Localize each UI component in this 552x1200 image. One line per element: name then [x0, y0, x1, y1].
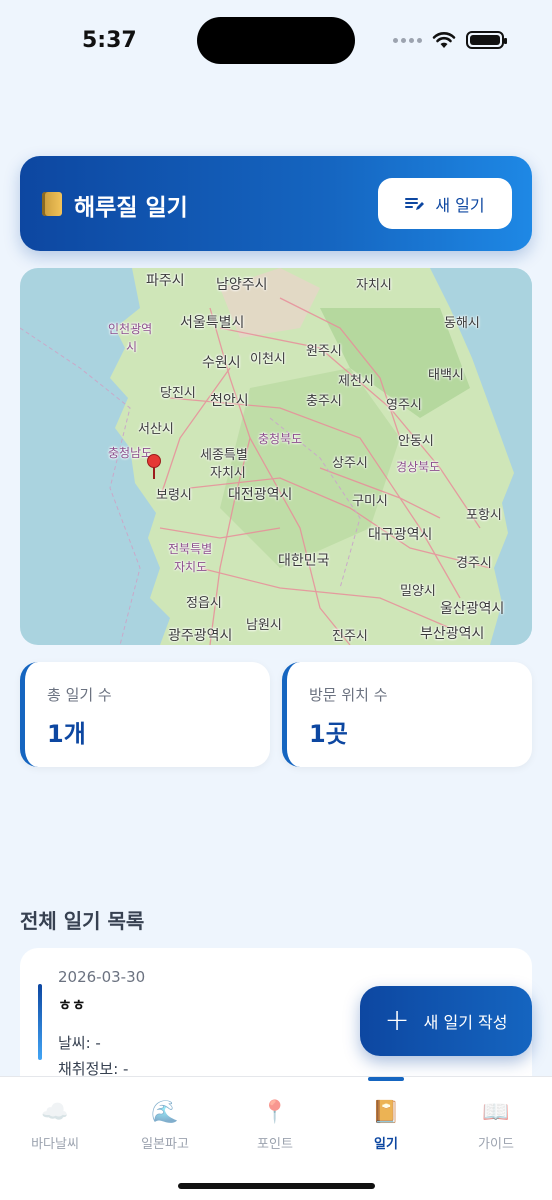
tab-label: 포인트: [257, 1137, 293, 1152]
visited-location-card: 방문 위치 수 1곳: [282, 662, 532, 767]
map-label: 포항시: [466, 508, 502, 523]
total-diary-card: 총 일기 수 1개: [20, 662, 270, 767]
tab-label: 가이드: [478, 1137, 514, 1152]
plus-icon: +: [384, 1003, 410, 1038]
map-label: 진주시: [332, 629, 368, 644]
book-icon: 📔: [372, 1100, 400, 1125]
map-label: 밀양시: [400, 584, 436, 599]
status-bar: 5:37: [0, 0, 552, 80]
tab-label: 일본파고: [141, 1137, 189, 1152]
bottom-nav: ☁️ 바다날씨 🌊 일본파고 📍 포인트 📔 일기 📖 가이드: [0, 1076, 552, 1200]
map-label: 영주시: [386, 398, 422, 413]
map-label: 인천광역: [108, 322, 153, 336]
map-label: 보령시: [156, 488, 192, 503]
map-label: 울산광역시: [440, 601, 505, 617]
map-label: 전북특별: [168, 542, 213, 556]
stat-value: 1곳: [309, 720, 348, 748]
map-label: 제천시: [338, 374, 374, 389]
map-label: 원주시: [306, 344, 342, 359]
map-label: 당진시: [160, 386, 196, 401]
map-label: 천안시: [210, 393, 249, 409]
map-label: 남원시: [246, 618, 282, 633]
tab-guide[interactable]: 📖 가이드: [441, 1099, 551, 1152]
tab-sea-weather[interactable]: ☁️ 바다날씨: [0, 1099, 110, 1152]
map-label: 동해시: [444, 316, 480, 331]
entry-title: ㅎㅎ: [58, 996, 86, 1014]
new-diary-label: 새 일기: [435, 195, 485, 215]
map-label: 충청북도: [258, 432, 303, 446]
map-label: 경주시: [456, 556, 492, 571]
map-label: 서울특별시: [180, 315, 245, 331]
open-book-icon: 📖: [482, 1100, 510, 1125]
tab-diary[interactable]: 📔 일기: [331, 1099, 441, 1152]
map-label: 시: [126, 340, 138, 354]
map-label: 파주시: [146, 273, 185, 289]
fab-label: 새 일기 작성: [423, 1013, 508, 1032]
wave-icon: 🌊: [151, 1100, 179, 1125]
stat-label: 방문 위치 수: [309, 686, 388, 704]
entry-accent-bar: [38, 984, 42, 1060]
map-label: 충청남도: [108, 446, 153, 460]
map-label: 안동시: [398, 434, 434, 449]
pin-icon: 📍: [261, 1100, 289, 1125]
new-diary-button[interactable]: 새 일기: [378, 178, 512, 229]
home-indicator: [178, 1183, 375, 1189]
tab-japan-wave[interactable]: 🌊 일본파고: [110, 1099, 220, 1152]
dynamic-island: [197, 17, 355, 64]
map-label: 대구광역시: [368, 527, 433, 543]
tab-label: 바다날씨: [31, 1137, 79, 1152]
map-label: 서산시: [138, 422, 174, 437]
entry-weather: 날씨: -: [58, 1034, 101, 1052]
write-new-diary-button[interactable]: + 새 일기 작성: [360, 986, 532, 1056]
stat-value: 1개: [47, 720, 86, 748]
stat-label: 총 일기 수: [47, 686, 112, 704]
map-label: 상주시: [332, 456, 368, 471]
status-icons: [393, 31, 507, 49]
book-icon: [42, 192, 62, 216]
cloud-icon: ☁️: [41, 1100, 69, 1125]
map-label: 대한민국: [278, 553, 330, 569]
map-label: 수원시: [202, 355, 241, 371]
map-label: 정읍시: [186, 596, 222, 611]
wifi-icon: [432, 32, 456, 48]
map-label: 자치시: [210, 466, 246, 481]
diary-header: 해루질 일기 새 일기: [20, 156, 532, 251]
map-label: 남양주시: [216, 277, 268, 293]
entry-date: 2026-03-30: [58, 968, 146, 986]
tab-point[interactable]: 📍 포인트: [220, 1099, 330, 1152]
battery-icon: [466, 31, 507, 49]
page-title: 해루질 일기: [74, 195, 188, 221]
active-tab-indicator: [368, 1077, 404, 1081]
map-label: 이천시: [250, 352, 286, 367]
edit-note-icon: [405, 197, 425, 210]
map-label: 부산광역시: [420, 626, 485, 642]
map-label: 광주광역시: [168, 628, 233, 644]
map-label: 세종특별: [200, 448, 248, 463]
map-label: 구미시: [352, 494, 388, 509]
map-label: 자치도: [174, 560, 208, 574]
diary-map[interactable]: 파주시 남양주시 자치시 인천광역 시 서울특별시 동해시 수원시 이천시 원주…: [20, 268, 532, 645]
status-time: 5:37: [82, 28, 137, 53]
map-label: 대전광역시: [228, 487, 293, 503]
tab-label: 일기: [374, 1137, 398, 1152]
signal-icon: [393, 37, 422, 43]
location-pin-icon[interactable]: [147, 454, 161, 479]
map-label: 충주시: [306, 394, 342, 409]
map-label: 태백시: [428, 368, 464, 383]
section-title: 전체 일기 목록: [20, 909, 145, 933]
map-label: 경상북도: [396, 460, 441, 474]
map-label: 자치시: [356, 278, 392, 293]
